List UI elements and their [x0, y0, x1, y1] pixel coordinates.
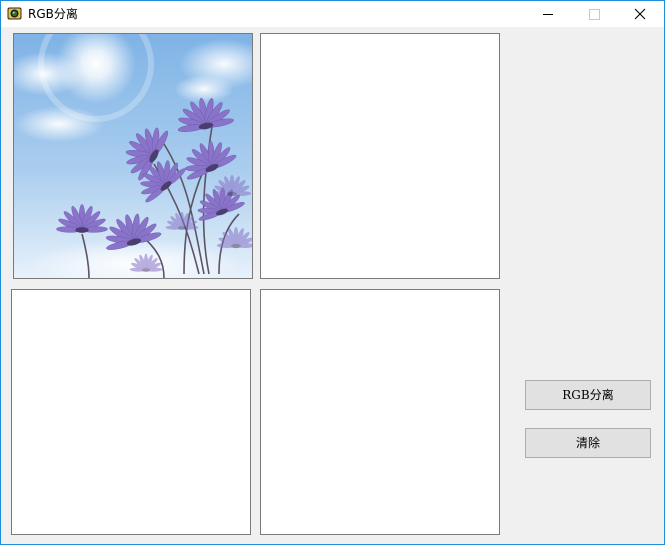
- window-title: RGB分离: [28, 7, 78, 21]
- close-button[interactable]: [617, 1, 663, 27]
- clear-button[interactable]: 清除: [525, 428, 651, 458]
- picture-box-original: [13, 33, 253, 279]
- minimize-button[interactable]: [525, 1, 571, 27]
- maximize-button[interactable]: [571, 1, 617, 27]
- picture-box-3: [11, 289, 251, 535]
- rgb-split-button[interactable]: RGB分离: [525, 380, 651, 410]
- title-bar[interactable]: RGB分离: [1, 1, 664, 27]
- main-window: RGB分离 RGB分离 清除: [0, 0, 665, 545]
- app-camera-icon: [7, 6, 22, 21]
- flower-sky-image: [14, 34, 252, 278]
- picture-box-4: [260, 289, 500, 535]
- picture-box-2: [260, 33, 500, 279]
